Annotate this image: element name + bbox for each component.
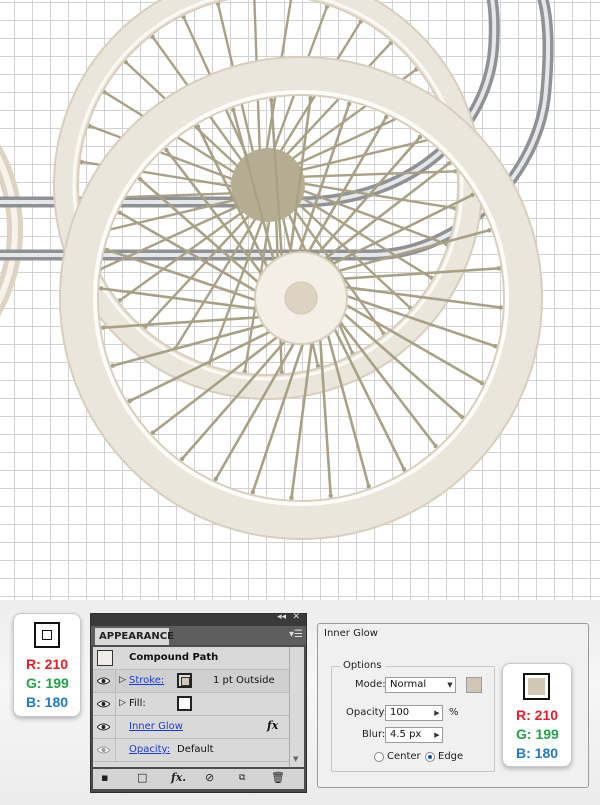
- glow-color-preview: [523, 673, 550, 700]
- spoke-nipple: [308, 96, 313, 101]
- eye-icon[interactable]: [93, 716, 116, 738]
- edge-radio[interactable]: [425, 752, 435, 762]
- spoke: [290, 338, 314, 498]
- fill-swatch[interactable]: [177, 696, 192, 711]
- spoke-nipple: [110, 363, 116, 368]
- object-title: Compound Path: [129, 652, 219, 663]
- fill-label[interactable]: Fill:: [129, 698, 146, 709]
- clear-appearance-icon[interactable]: ⊘: [205, 771, 214, 784]
- spoke-nipple: [366, 484, 371, 489]
- add-new-stroke-icon[interactable]: □: [137, 771, 147, 784]
- appearance-row-inner-glow[interactable]: Inner Glow fx: [93, 716, 289, 739]
- spoke-nipple: [104, 247, 110, 252]
- stroke-label[interactable]: Stroke:: [129, 675, 164, 686]
- artboard[interactable]: [0, 0, 600, 600]
- inner-glow-label[interactable]: Inner Glow: [129, 721, 183, 732]
- eye-icon[interactable]: [93, 670, 116, 692]
- spoke: [318, 335, 332, 496]
- blue-value: B: 180: [26, 694, 69, 710]
- opacity-value: Default: [177, 744, 214, 755]
- blue-value: B: 180: [516, 745, 559, 761]
- stroke-weight-value: 1 pt Outside: [213, 675, 275, 686]
- fx-icon[interactable]: fx.: [171, 771, 186, 784]
- panel-title-bar[interactable]: ◂◂ ✕: [91, 612, 306, 626]
- panel-footer: ▪ □ fx. ⊘ ⧉ 🗑: [93, 769, 304, 789]
- spoke-nipple: [496, 266, 501, 271]
- object-thumbnail: [97, 650, 113, 666]
- spoke-nipple: [99, 286, 104, 291]
- spoke-nipple: [487, 228, 492, 233]
- spoke-nipple: [492, 344, 498, 349]
- eye-icon[interactable]: [93, 693, 116, 715]
- stroke-swatch[interactable]: [177, 673, 192, 688]
- opacity-field[interactable]: 100 ▶: [385, 705, 443, 721]
- scroll-down-icon[interactable]: ▼: [293, 755, 298, 763]
- spoke-nipple: [289, 495, 294, 500]
- options-legend: Options: [340, 660, 385, 671]
- close-panel-icon[interactable]: ✕: [292, 612, 300, 622]
- front-wheel-hub-center: [284, 281, 318, 315]
- spoke-nipple: [498, 305, 503, 310]
- green-value: G: 199: [26, 675, 69, 691]
- center-label: Center: [387, 751, 421, 762]
- opacity-value: 100: [390, 707, 410, 718]
- spoke: [214, 339, 298, 480]
- opacity-label[interactable]: Opacity:: [129, 744, 170, 755]
- eye-icon[interactable]: [93, 739, 116, 761]
- tab-appearance[interactable]: APPEARANCE: [95, 628, 174, 645]
- appearance-row-object[interactable]: Compound Path: [93, 647, 289, 670]
- appearance-list: Compound Path ▷ Stroke: 1 pt Outside ▷ F…: [93, 647, 289, 767]
- appearance-row-opacity[interactable]: Opacity: Default: [93, 739, 289, 762]
- edge-label: Edge: [438, 751, 464, 762]
- wheel-illustration: [0, 0, 554, 540]
- spoke-nipple: [269, 98, 274, 103]
- red-value: R: 210: [516, 707, 559, 723]
- disclosure-triangle-icon[interactable]: ▷: [119, 698, 126, 708]
- panel-menu-icon[interactable]: ▾☰: [289, 629, 303, 640]
- delete-item-icon[interactable]: 🗑: [271, 771, 285, 784]
- spoke-nipple: [328, 493, 333, 498]
- collapse-icon[interactable]: ◂◂: [277, 612, 286, 622]
- dialog-title: Inner Glow: [324, 628, 378, 639]
- glow-color-swatch[interactable]: [466, 677, 482, 693]
- mode-select[interactable]: Normal ▼: [385, 677, 456, 693]
- blur-label: Blur:: [362, 729, 386, 740]
- spoke-nipple: [231, 107, 236, 113]
- opacity-label: Opacity:: [346, 707, 388, 718]
- blur-value: 4.5 px: [390, 729, 422, 740]
- mode-label: Mode:: [355, 679, 386, 690]
- green-value: G: 199: [516, 726, 559, 742]
- appearance-row-stroke[interactable]: ▷ Stroke: 1 pt Outside: [93, 670, 289, 693]
- duplicate-item-icon[interactable]: ⧉: [239, 773, 245, 783]
- center-radio[interactable]: [374, 752, 384, 762]
- spoke-nipple: [101, 325, 106, 330]
- panel-tab-bar: APPEARANCE ▾☰: [91, 626, 306, 645]
- red-value: R: 210: [26, 656, 69, 672]
- options-group: Options Mode: Normal ▼ Opacity: 100 ▶ % …: [331, 660, 495, 772]
- chevron-down-icon: ▼: [447, 681, 453, 689]
- blur-field[interactable]: 4.5 px ▶: [385, 727, 443, 743]
- disclosure-triangle-icon[interactable]: ▷: [119, 675, 126, 685]
- appearance-row-fill[interactable]: ▷ Fill:: [93, 693, 289, 716]
- percent-unit: %: [449, 707, 459, 718]
- spoke-nipple: [347, 101, 352, 107]
- fill-none-swatch: [42, 630, 52, 640]
- spoke-nipple: [250, 489, 255, 495]
- mode-value: Normal: [390, 679, 427, 690]
- stroke-color-swatch: [34, 622, 60, 648]
- stepper-arrow-icon[interactable]: ▶: [432, 728, 442, 742]
- fx-icon[interactable]: fx: [267, 719, 278, 732]
- new-art-basic-appearance-icon[interactable]: ▪: [101, 771, 108, 784]
- stepper-arrow-icon[interactable]: ▶: [432, 706, 442, 720]
- color-swatch-card-left: R: 210 G: 199 B: 180: [13, 613, 81, 717]
- appearance-panel: ◂◂ ✕ APPEARANCE ▾☰ Compound Path ▷ Strok…: [90, 612, 307, 793]
- panel-scrollbar[interactable]: ▼: [289, 647, 304, 767]
- color-swatch-card-right: R: 210 G: 199 B: 180: [502, 663, 572, 767]
- back-wheel-hub: [231, 148, 305, 222]
- glow-color-fill: [528, 678, 545, 695]
